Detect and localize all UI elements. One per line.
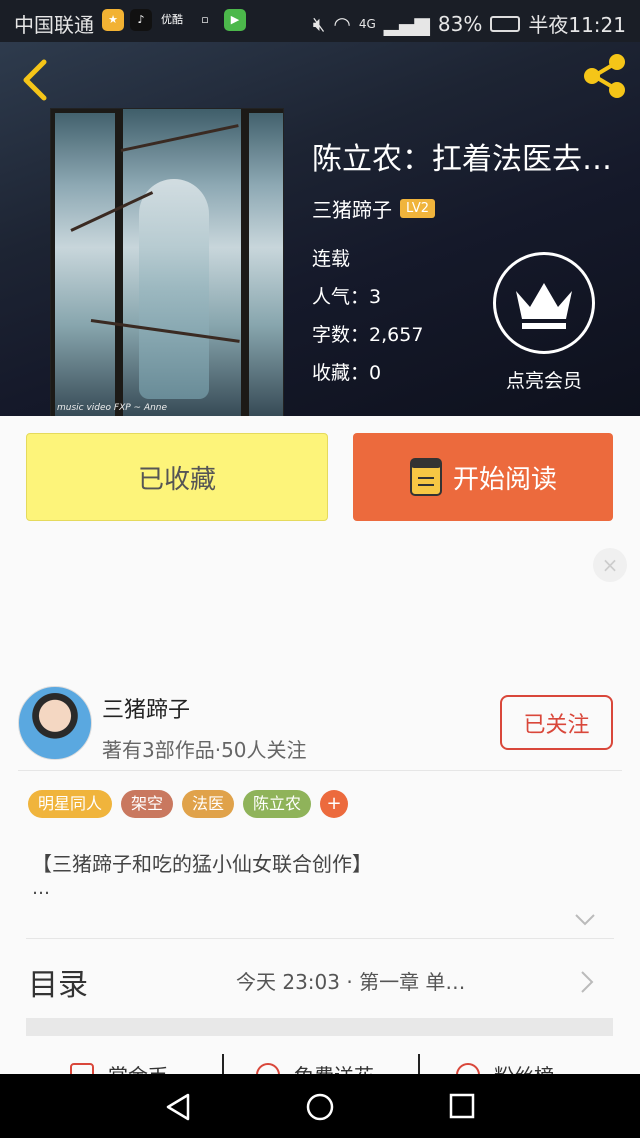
start-reading-label: 开始阅读 [452,464,557,495]
send-flower-button[interactable]: 免费送花 [256,1060,374,1074]
notification-icons: ★ ♪ 优酷 ▫ ▶ [102,9,246,31]
status-bar: 中国联通 ★ ♪ 优酷 ▫ ▶ 🔇︎ ◠ 4G ▂▄▆ 83% 半夜11:21 [0,0,640,42]
cover-figure [139,179,209,399]
tag-item[interactable]: 架空 [121,790,174,818]
favorites-count: 收藏：0 [312,358,381,385]
word-count-label: 字数： [312,324,370,346]
close-icon[interactable]: × [593,548,627,582]
serial-status: 连载 [312,248,351,270]
latest-chapter[interactable]: 今天 23:03 · 第一章 单… [236,966,556,995]
popularity-label: 人气： [312,286,370,308]
wifi-icon: ◠ [333,11,351,36]
system-nav-bar [0,1074,640,1138]
flower-icon [256,1062,280,1074]
battery-icon [490,15,521,32]
tag-item[interactable]: 陈立农 [243,790,312,818]
toc-label[interactable]: 目录 [28,960,88,1004]
tag-list: 明星同人 架空 法医 陈立农 + [28,790,349,818]
start-reading-button[interactable]: 开始阅读 [353,433,613,521]
divider [18,770,622,771]
popularity: 人气：3 [312,282,381,309]
coin-icon [70,1062,94,1074]
ranking-icon [456,1062,480,1074]
follow-button[interactable]: 已关注 [500,695,613,750]
favorites-label: 收藏： [312,362,370,384]
cover-branch [120,124,239,152]
tag-item[interactable]: 法医 [182,790,235,818]
book-description: 【三猪蹄子和吃的猛小仙女联合创作】 [32,852,372,876]
tiktok-app-icon: ♪ [130,9,152,31]
vip-button[interactable] [493,252,595,354]
chevron-right-icon[interactable] [578,968,596,996]
author-stats: 著有3部作品·50人关注 [102,738,307,762]
book-icon [409,458,442,496]
bottom-action-strip: 赏金币 免费送花 粉丝榜 [0,1054,640,1074]
level-badge: LV2 [400,199,435,218]
divider [222,1054,224,1074]
carrier-name: 中国联通 [14,13,94,37]
author-avatar[interactable] [18,686,92,760]
system-indicators: 🔇︎ ◠ 4G ▂▄▆ 83% 半夜11:21 [313,9,626,38]
author-name[interactable]: 三猪蹄子 [102,692,190,724]
clock: 半夜11:21 [528,13,626,37]
book-cover[interactable]: music video FXP ~ Anne [50,108,284,416]
header-author-name[interactable]: 三猪蹄子 [312,194,392,223]
reward-coins-button[interactable]: 赏金币 [70,1060,168,1074]
tag-item[interactable]: 明星同人 [28,790,113,818]
word-count-value: 2,657 [369,324,424,346]
header-author-line: 三猪蹄子 LV2 [312,194,435,223]
cover-signature: music video FXP ~ Anne [57,403,168,413]
video-app-icon: ▫ [192,9,218,31]
divider [418,1054,420,1074]
cover-frame [241,109,283,416]
add-tag-button[interactable]: + [320,790,349,818]
reward-coins-label: 赏金币 [108,1060,168,1074]
star-app-icon: ★ [102,9,124,31]
signal-icon: ▂▄▆ [383,11,430,36]
word-count: 字数：2,657 [312,320,423,347]
mute-icon: 🔇︎ [312,11,326,36]
send-flower-label: 免费送花 [294,1060,374,1074]
favorites-value: 0 [369,362,382,384]
back-icon[interactable] [16,58,52,102]
favorited-button[interactable]: 已收藏 [26,433,328,521]
divider [26,938,614,939]
nav-back-icon[interactable] [164,1092,192,1122]
fan-ranking-label: 粉丝榜 [494,1060,554,1074]
iqiyi-app-icon: ▶ [224,9,246,31]
network-type: 4G [358,16,376,31]
fan-ranking-button[interactable]: 粉丝榜 [456,1060,554,1074]
nav-recents-icon[interactable] [449,1093,475,1119]
share-icon[interactable] [580,52,628,100]
book-header: music video FXP ~ Anne 陈立农：扛着法医去… 三猪蹄子 L… [0,42,640,416]
crown-icon [516,283,572,329]
book-title: 陈立农：扛着法医去… [312,142,612,177]
cover-frame [51,109,123,416]
vip-label[interactable]: 点亮会员 [480,366,608,393]
chevron-down-icon[interactable] [574,910,596,930]
nav-home-icon[interactable] [305,1092,335,1122]
battery-percent: 83% [437,11,483,36]
popularity-value: 3 [369,286,382,308]
section-separator [26,1018,613,1036]
description-ellipsis: … [32,878,50,899]
youku-app-icon: 优酷 [158,9,186,31]
